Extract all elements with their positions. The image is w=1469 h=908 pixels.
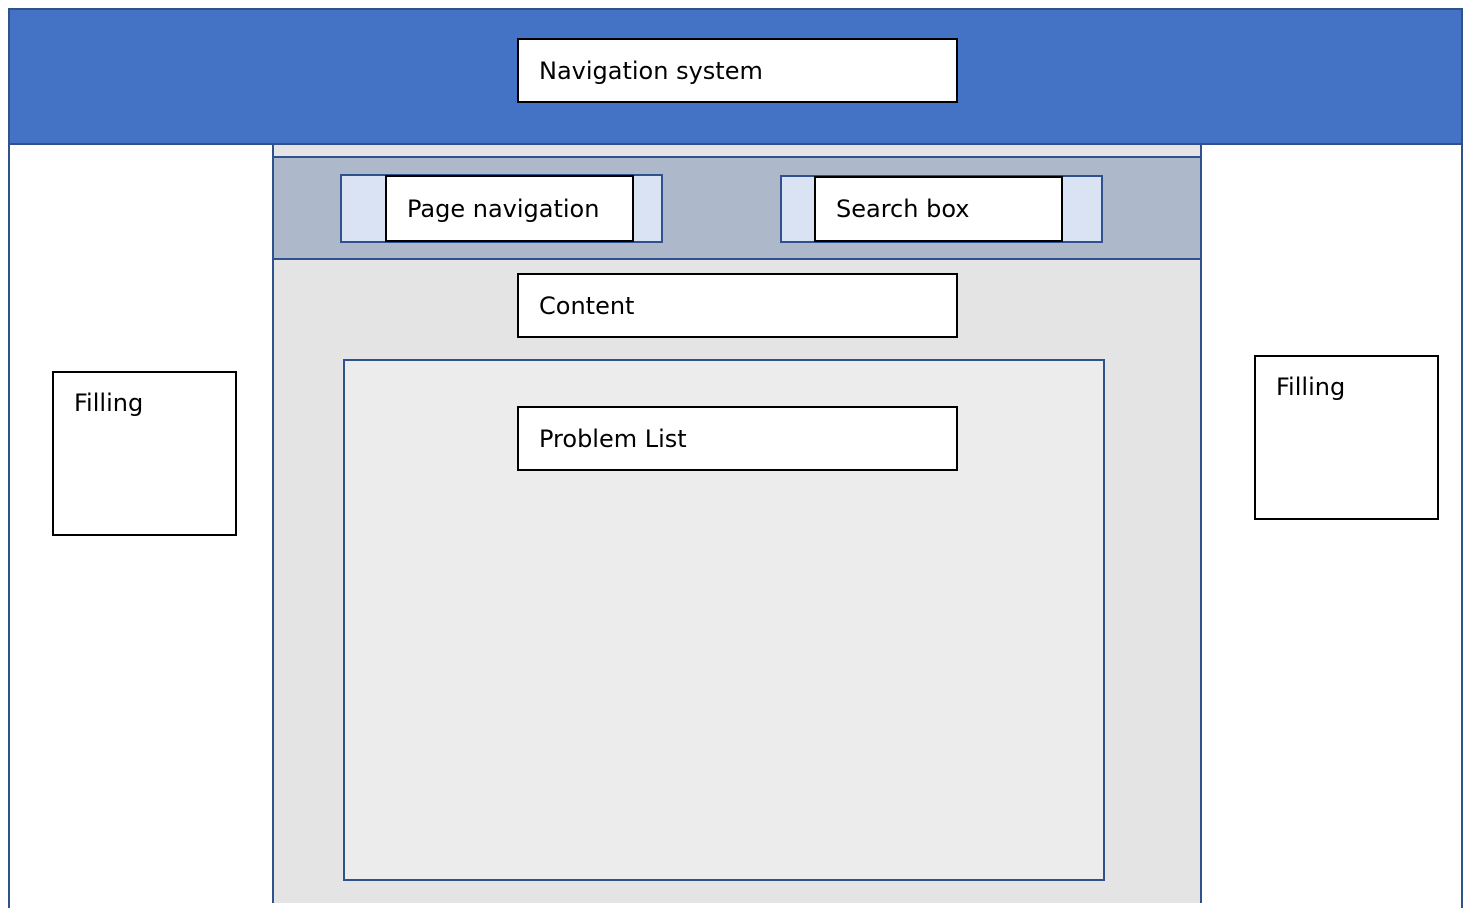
search-box-label: Search box: [814, 176, 1063, 242]
page-navigation-label: Page navigation: [385, 175, 634, 242]
left-filling-box: Filling: [52, 371, 237, 536]
navigation-system-label: Navigation system: [517, 38, 958, 103]
problem-list-label: Problem List: [517, 406, 958, 471]
right-filling-box: Filling: [1254, 355, 1439, 520]
content-label: Content: [517, 273, 958, 338]
